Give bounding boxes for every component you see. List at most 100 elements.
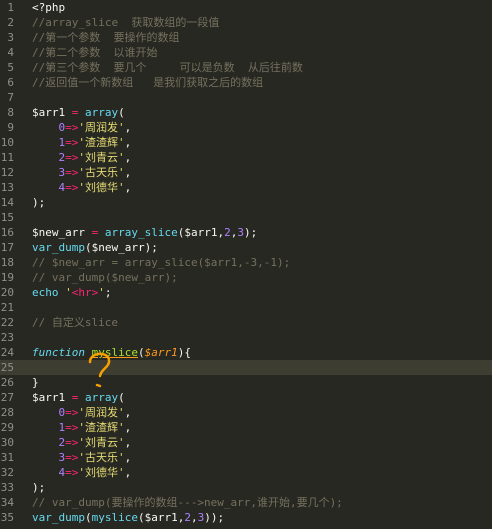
code-line[interactable]: 11 2=>'刘青云', [0, 150, 492, 165]
code-line[interactable]: 24 function myslice($arr1){ [0, 345, 492, 360]
code-line[interactable]: 22 // 自定义slice [0, 315, 492, 330]
code-text: var_dump(myslice($arr1,2,3)); [32, 510, 224, 525]
code-text: 0=>'周润发', [32, 405, 132, 420]
code-token: , [124, 436, 132, 449]
code-editor[interactable]: 1 <?php 2 //array_slice 获取数组的一段值 3 //第一个参数 要操… [0, 0, 492, 529]
code-line[interactable]: 3 //第一个参数 要操作的数组 [0, 30, 492, 45]
code-line[interactable]: 4 //第二个参数 以谁开始 [0, 45, 492, 60]
code-token: = [65, 106, 85, 119]
code-line[interactable]: 9 0=>'周润发', [0, 120, 492, 135]
code-text: //第三个参数 要几个 可以是负数 从后往前数 [32, 60, 303, 75]
code-line[interactable]: 7 [0, 90, 492, 105]
code-token: '渣渣辉' [78, 136, 125, 149]
line-number: 31 [0, 451, 14, 464]
code-line[interactable]: 13 4=>'刘德华', [0, 180, 492, 195]
code-token: , [124, 166, 132, 179]
code-line[interactable]: 2 //array_slice 获取数组的一段值 [0, 15, 492, 30]
code-line[interactable]: 21 [0, 300, 492, 315]
code-token: $arr1 [32, 391, 66, 404]
code-line[interactable]: 19 // var_dump($new_arr); [0, 270, 492, 285]
line-number: 4 [7, 46, 14, 59]
code-text: 2=>'刘青云', [32, 150, 132, 165]
code-line[interactable]: 6 //返回值一个新数组 是我们获取之后的数组 [0, 75, 492, 90]
code-line[interactable]: 29 1=>'渣渣辉', [0, 420, 492, 435]
line-number: 17 [0, 241, 14, 254]
code-line[interactable]: 35 var_dump(myslice($arr1,2,3)); [0, 510, 492, 525]
code-text: } [32, 375, 39, 390]
code-token: array [85, 391, 119, 404]
code-line[interactable]: 18 // $new_arr = array_slice($arr1,-3,-1)… [0, 255, 492, 270]
line-number: 18 [0, 256, 14, 269]
code-line[interactable]: 15 [0, 210, 492, 225]
line-number: 9 [7, 121, 14, 134]
code-text: 3=>'古天乐', [32, 450, 132, 465]
code-token: ); [32, 481, 46, 494]
code-line[interactable]: 5 //第三个参数 要几个 可以是负数 从后往前数 [0, 60, 492, 75]
code-token: $arr1 [32, 106, 66, 119]
code-token: ( [118, 106, 125, 119]
code-token: => [65, 181, 79, 194]
line-number: 24 [0, 346, 14, 359]
code-token: array [85, 106, 119, 119]
line-number: 13 [0, 181, 14, 194]
code-token: , [124, 121, 132, 134]
code-text: //第一个参数 要操作的数组 [32, 30, 180, 45]
code-token: => [65, 151, 79, 164]
code-text: ); [32, 195, 45, 210]
question-mark-annotation-icon [88, 352, 111, 388]
code-line[interactable]: 14); [0, 195, 492, 210]
code-text: $arr1 = array( [32, 390, 125, 405]
code-token: // $new_arr = array_slice($arr1,-3,-1); [32, 256, 291, 269]
code-line[interactable]: 8 $arr1 = array( [0, 105, 492, 120]
code-line[interactable]: 12 3=>'古天乐', [0, 165, 492, 180]
code-line[interactable]: 27 $arr1 = array( [0, 390, 492, 405]
code-token: ( [137, 346, 145, 359]
line-number: 32 [0, 466, 14, 479]
code-text: 1=>'渣渣辉', [32, 135, 132, 150]
code-token: '周润发' [78, 406, 125, 419]
code-token: '古天乐' [78, 166, 125, 179]
code-line[interactable]: 16 $new_arr = array_slice($arr1,2,3); [0, 225, 492, 240]
code-token: ' [65, 286, 72, 299]
code-token: '古天乐' [78, 451, 125, 464]
code-line[interactable]: 10 1=>'渣渣辉', [0, 135, 492, 150]
line-number: 20 [0, 286, 14, 299]
line-number: 8 [7, 106, 14, 119]
code-text: <?php [32, 0, 65, 15]
code-line[interactable]: 17 var_dump($new_arr); [0, 240, 492, 255]
code-line[interactable]: 23 [0, 330, 492, 345]
code-token: 2 [224, 226, 231, 239]
line-number: 33 [0, 481, 14, 494]
code-line[interactable]: 20 echo '<hr>'; [0, 285, 492, 300]
code-line[interactable]: 33); [0, 480, 492, 495]
code-line[interactable]: 25 [0, 360, 492, 375]
code-token: // var_dump(要操作的数组--->new_arr,谁开始,要几个); [32, 496, 343, 509]
code-text: $arr1 = array( [32, 105, 125, 120]
code-line[interactable]: 28 0=>'周润发', [0, 405, 492, 420]
code-token: ( [118, 391, 125, 404]
code-line[interactable]: 26} [0, 375, 492, 390]
code-line[interactable]: 34 // var_dump(要操作的数组--->new_arr,谁开始,要几个)… [0, 495, 492, 510]
code-token: = [84, 226, 105, 239]
code-token: '渣渣辉' [78, 421, 125, 434]
code-token: <hr> [71, 286, 99, 299]
line-number: 10 [0, 136, 14, 149]
code-line[interactable]: 1 <?php [0, 0, 492, 15]
code-token: myslice [91, 511, 138, 524]
code-line[interactable]: 32 4=>'刘德华', [0, 465, 492, 480]
code-token: '刘德华' [78, 181, 125, 194]
code-token: //第二个参数 以谁开始 [32, 46, 158, 59]
code-text: //返回值一个新数组 是我们获取之后的数组 [32, 75, 263, 90]
line-number: 11 [0, 151, 14, 164]
code-token: ($arr1, [177, 226, 225, 239]
line-number: 16 [0, 226, 14, 239]
code-line[interactable]: 31 3=>'古天乐', [0, 450, 492, 465]
code-line[interactable]: 30 2=>'刘青云', [0, 435, 492, 450]
code-token: //返回值一个新数组 是我们获取之后的数组 [32, 76, 264, 89]
